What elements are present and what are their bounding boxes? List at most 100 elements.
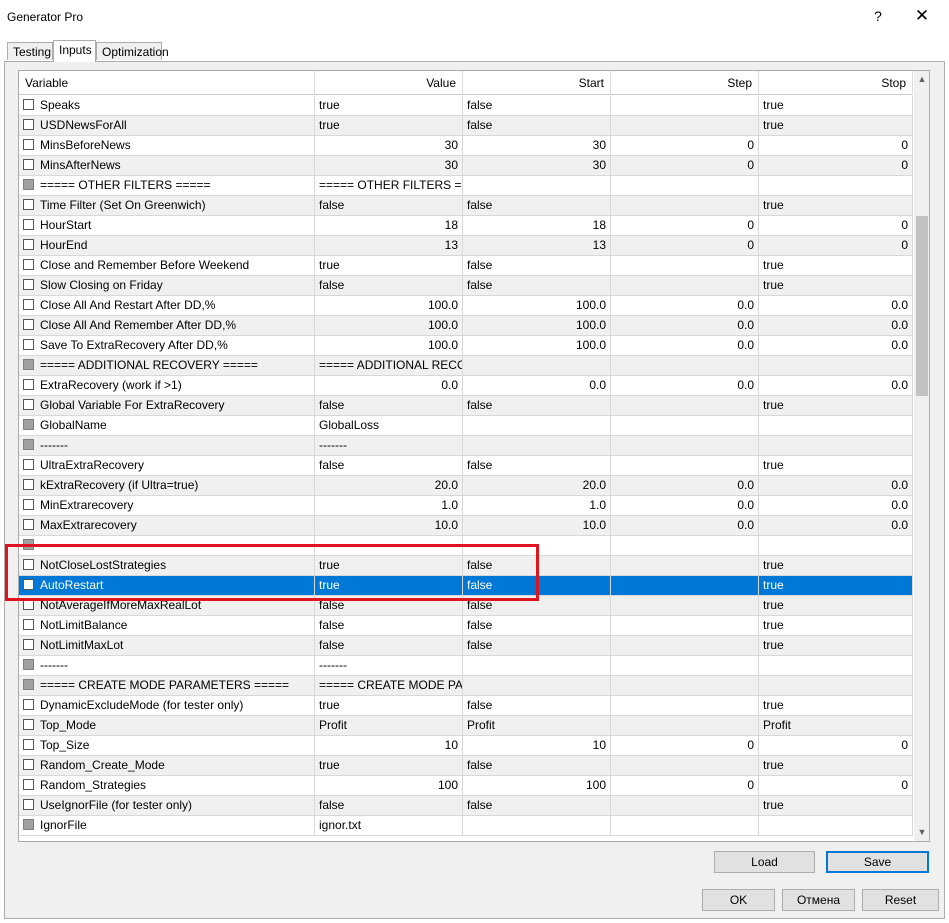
start-cell[interactable] xyxy=(463,176,611,195)
step-cell[interactable]: 0 xyxy=(611,776,759,795)
optimize-checkbox[interactable] xyxy=(23,779,34,790)
optimize-checkbox[interactable] xyxy=(23,259,34,270)
start-cell[interactable]: 10 xyxy=(463,736,611,755)
value-cell[interactable]: false xyxy=(315,636,463,655)
value-cell[interactable]: 100 xyxy=(315,776,463,795)
optimize-checkbox[interactable] xyxy=(23,719,34,730)
stop-cell[interactable]: true xyxy=(759,576,913,595)
stop-cell[interactable]: 0 xyxy=(759,736,913,755)
variable-cell[interactable]: NotLimitMaxLot xyxy=(19,636,315,655)
variable-cell[interactable]: HourEnd xyxy=(19,236,315,255)
start-cell[interactable]: 1.0 xyxy=(463,496,611,515)
save-button[interactable]: Save xyxy=(826,851,929,873)
optimize-checkbox[interactable] xyxy=(23,399,34,410)
scroll-thumb[interactable] xyxy=(916,216,928,396)
stop-cell[interactable] xyxy=(759,436,913,455)
stop-cell[interactable] xyxy=(759,536,913,555)
step-cell[interactable] xyxy=(611,696,759,715)
value-cell[interactable]: ------- xyxy=(315,436,463,455)
stop-cell[interactable]: 0 xyxy=(759,776,913,795)
variable-cell[interactable]: MaxExtrarecovery xyxy=(19,516,315,535)
start-cell[interactable]: 0.0 xyxy=(463,376,611,395)
variable-cell[interactable]: Top_Size xyxy=(19,736,315,755)
step-cell[interactable] xyxy=(611,596,759,615)
table-row[interactable]: MinExtrarecovery 1.0 1.0 0.0 0.0 xyxy=(19,496,913,516)
optimize-checkbox[interactable] xyxy=(23,519,34,530)
start-cell[interactable]: false xyxy=(463,396,611,415)
value-cell[interactable]: 10 xyxy=(315,736,463,755)
step-cell[interactable]: 0 xyxy=(611,216,759,235)
variable-cell[interactable]: Time Filter (Set On Greenwich) xyxy=(19,196,315,215)
stop-cell[interactable] xyxy=(759,356,913,375)
value-cell[interactable]: false xyxy=(315,616,463,635)
table-row[interactable]: UseIgnorFile (for tester only) false false… xyxy=(19,796,913,816)
stop-cell[interactable]: true xyxy=(759,556,913,575)
start-cell[interactable]: false xyxy=(463,796,611,815)
table-row[interactable]: MaxExtrarecovery 10.0 10.0 0.0 0.0 xyxy=(19,516,913,536)
stop-cell[interactable] xyxy=(759,816,913,835)
table-row[interactable]: Global Variable For ExtraRecovery false fa… xyxy=(19,396,913,416)
variable-cell[interactable]: Slow Closing on Friday xyxy=(19,276,315,295)
variable-cell[interactable]: MinExtrarecovery xyxy=(19,496,315,515)
table-row[interactable]: MinsAfterNews 30 30 0 0 xyxy=(19,156,913,176)
variable-cell[interactable]: Close All And Restart After DD,% xyxy=(19,296,315,315)
table-row[interactable]: Random_Strategies 100 100 0 0 xyxy=(19,776,913,796)
table-row[interactable]: Close All And Restart After DD,% 100.0 100… xyxy=(19,296,913,316)
step-cell[interactable] xyxy=(611,256,759,275)
value-cell[interactable]: 30 xyxy=(315,156,463,175)
value-cell[interactable]: false xyxy=(315,456,463,475)
step-cell[interactable] xyxy=(611,96,759,115)
start-cell[interactable]: 30 xyxy=(463,156,611,175)
table-row[interactable]: ===== ADDITIONAL RECOVERY ===== ===== ADD… xyxy=(19,356,913,376)
header-value[interactable]: Value xyxy=(315,71,463,95)
close-icon[interactable]: ✕ xyxy=(910,6,934,26)
variable-cell[interactable]: MinsAfterNews xyxy=(19,156,315,175)
start-cell[interactable]: false xyxy=(463,616,611,635)
stop-cell[interactable]: true xyxy=(759,116,913,135)
optimize-checkbox[interactable] xyxy=(23,499,34,510)
variable-cell[interactable]: ExtraRecovery (work if >1) xyxy=(19,376,315,395)
stop-cell[interactable]: true xyxy=(759,256,913,275)
variable-cell[interactable]: kExtraRecovery (if Ultra=true) xyxy=(19,476,315,495)
table-row[interactable]: NotLimitMaxLot false false true xyxy=(19,636,913,656)
variable-cell[interactable]: Close and Remember Before Weekend xyxy=(19,256,315,275)
stop-cell[interactable]: true xyxy=(759,596,913,615)
start-cell[interactable] xyxy=(463,416,611,435)
step-cell[interactable] xyxy=(611,356,759,375)
optimize-checkbox[interactable] xyxy=(23,299,34,310)
table-row[interactable]: Time Filter (Set On Greenwich) false false… xyxy=(19,196,913,216)
start-cell[interactable]: false xyxy=(463,116,611,135)
table-row[interactable]: kExtraRecovery (if Ultra=true) 20.0 20.0 0.… xyxy=(19,476,913,496)
step-cell[interactable] xyxy=(611,436,759,455)
step-cell[interactable] xyxy=(611,796,759,815)
value-cell[interactable]: 1.0 xyxy=(315,496,463,515)
value-cell[interactable]: 100.0 xyxy=(315,336,463,355)
header-stop[interactable]: Stop xyxy=(759,71,913,95)
variable-cell[interactable]: ===== OTHER FILTERS ===== xyxy=(19,176,315,195)
variable-cell[interactable]: HourStart xyxy=(19,216,315,235)
ok-button[interactable]: OK xyxy=(702,889,775,911)
optimize-checkbox[interactable] xyxy=(23,339,34,350)
stop-cell[interactable]: 0.0 xyxy=(759,296,913,315)
stop-cell[interactable]: 0 xyxy=(759,216,913,235)
value-cell[interactable]: false xyxy=(315,276,463,295)
optimize-checkbox[interactable] xyxy=(23,279,34,290)
step-cell[interactable] xyxy=(611,536,759,555)
variable-cell[interactable]: ===== CREATE MODE PARAMETERS ===== xyxy=(19,676,315,695)
stop-cell[interactable]: 0.0 xyxy=(759,496,913,515)
value-cell[interactable]: 0.0 xyxy=(315,376,463,395)
tab-optimization[interactable]: Optimization xyxy=(96,42,169,60)
stop-cell[interactable]: 0.0 xyxy=(759,376,913,395)
table-row[interactable]: ExtraRecovery (work if >1) 0.0 0.0 0.0 0.0 xyxy=(19,376,913,396)
stop-cell[interactable]: true xyxy=(759,456,913,475)
table-row[interactable]: NotLimitBalance false false true xyxy=(19,616,913,636)
value-cell[interactable]: 20.0 xyxy=(315,476,463,495)
variable-cell[interactable]: Random_Create_Mode xyxy=(19,756,315,775)
value-cell[interactable]: 10.0 xyxy=(315,516,463,535)
start-cell[interactable] xyxy=(463,676,611,695)
start-cell[interactable]: 100.0 xyxy=(463,316,611,335)
variable-cell[interactable]: UseIgnorFile (for tester only) xyxy=(19,796,315,815)
start-cell[interactable]: false xyxy=(463,636,611,655)
table-row[interactable]: GlobalName GlobalLoss xyxy=(19,416,913,436)
table-row[interactable]: MinsBeforeNews 30 30 0 0 xyxy=(19,136,913,156)
